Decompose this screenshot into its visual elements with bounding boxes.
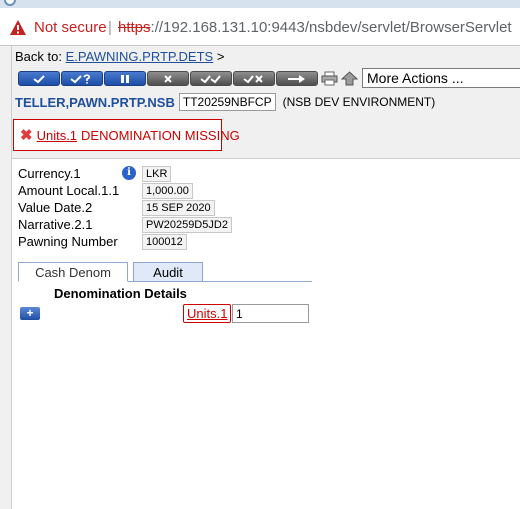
t24-page: Back to: E.PAWNING.PRTP.DETS > More Acti…: [11, 46, 520, 509]
form-content: Currency.1 i LKR Amount Local.1.1 1,000.…: [12, 158, 520, 509]
url-text[interactable]: https://192.168.131.10:9443/nsbdev/servl…: [118, 19, 512, 36]
info-icon[interactable]: i: [122, 166, 136, 180]
action-toolbar: [18, 71, 358, 88]
not-secure-label[interactable]: Not secure: [34, 19, 107, 36]
check-question-icon: [70, 73, 91, 84]
commit-button[interactable]: [18, 71, 60, 86]
transaction-id-field[interactable]: TT20259NBFCP: [178, 93, 276, 111]
authorise-button[interactable]: [190, 71, 232, 86]
url-path: ://192.168.131.10:9443/nsbdev/servlet/Br…: [150, 19, 512, 36]
back-to-label: Back to:: [15, 49, 62, 64]
expand-plus-icon[interactable]: +: [20, 307, 40, 320]
url-scheme: https: [118, 19, 151, 36]
tab-audit[interactable]: Audit: [133, 262, 203, 282]
error-message-box: ✖ Units.1 DENOMINATION MISSING: [13, 119, 240, 151]
units-input[interactable]: [232, 304, 309, 323]
version-name: TELLER,PAWN.PRTP.NSB: [15, 94, 175, 110]
next-button[interactable]: [276, 71, 318, 86]
address-bar[interactable]: Not secure | https://192.168.131.10:9443…: [0, 8, 520, 46]
address-separator: |: [108, 19, 112, 36]
pawning-number-label: Pawning Number: [18, 234, 118, 249]
hold-button[interactable]: [104, 71, 146, 86]
print-icon[interactable]: [321, 71, 338, 86]
help-icon[interactable]: [341, 71, 358, 86]
tab-bar: Cash Denom Audit: [18, 262, 312, 282]
error-icon: ✖: [20, 127, 33, 144]
validate-button[interactable]: [61, 71, 103, 86]
denomination-title: Denomination Details: [54, 286, 187, 301]
pause-icon: [121, 74, 129, 83]
check-cross-icon: [243, 74, 263, 83]
amount-local-value: 1,000.00: [142, 183, 193, 199]
amount-local-label: Amount Local.1.1: [18, 183, 120, 198]
environment-label: (NSB DEV ENVIRONMENT): [282, 95, 436, 109]
warning-triangle-icon: [10, 20, 26, 35]
checkmark-icon: [33, 74, 45, 83]
breadcrumb: Back to: E.PAWNING.PRTP.DETS >: [15, 49, 224, 64]
units-label[interactable]: Units.1: [183, 304, 232, 323]
error-field-link[interactable]: Units.1: [37, 128, 77, 143]
currency-value: LKR: [142, 166, 172, 182]
narrative-label: Narrative.2.1: [18, 217, 93, 232]
tab-cash-denom[interactable]: Cash Denom: [18, 262, 128, 282]
delete-button[interactable]: [147, 71, 189, 86]
arrow-right-icon: [288, 74, 305, 83]
browser-tab-strip: [0, 0, 520, 8]
value-date-label: Value Date.2: [18, 200, 93, 215]
currency-label: Currency.1: [18, 166, 81, 181]
back-to-link[interactable]: E.PAWNING.PRTP.DETS: [66, 49, 214, 64]
narrative-value: PW20259D5JD2: [142, 217, 232, 233]
pawning-number-value: 100012: [142, 234, 187, 250]
value-date-value: 15 SEP 2020: [142, 200, 215, 216]
reverse-button[interactable]: [233, 71, 275, 86]
cross-icon: [164, 74, 172, 83]
error-message: DENOMINATION MISSING: [81, 127, 240, 143]
double-check-icon: [200, 74, 221, 83]
more-actions-select[interactable]: More Actions ...: [362, 68, 520, 88]
record-header: TELLER,PAWN.PRTP.NSB TT20259NBFCP (NSB D…: [15, 93, 435, 111]
tab-loading-icon: [4, 0, 16, 6]
back-to-suffix: >: [216, 49, 225, 64]
